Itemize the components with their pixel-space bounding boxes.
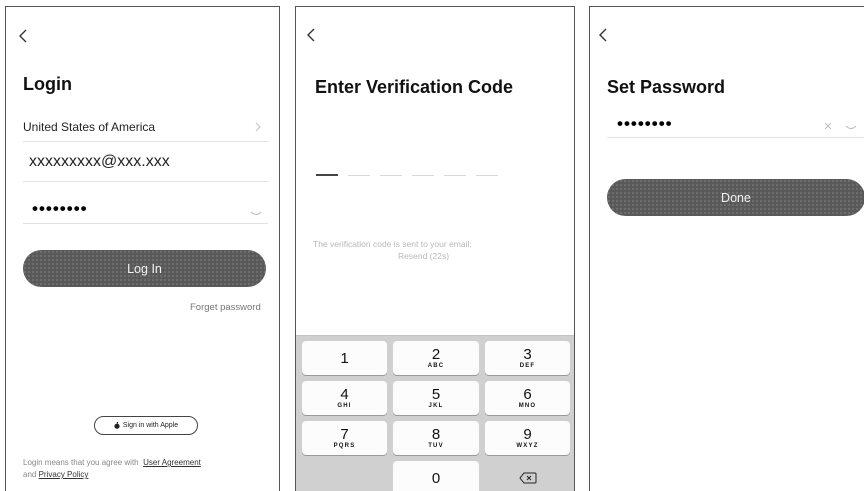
user-agreement-link[interactable]: User Agreement	[143, 458, 201, 467]
back-chevron-icon[interactable]	[595, 26, 613, 44]
key-letters: ABC	[427, 363, 445, 369]
done-button[interactable]: Done	[607, 179, 864, 216]
key-letters: DEF	[519, 363, 536, 369]
key-letters: TUV	[428, 443, 444, 449]
key-number: 0	[431, 469, 441, 487]
backspace-key[interactable]	[485, 461, 570, 491]
key-letters: WXYZ	[516, 443, 539, 449]
login-screen: Login United States of America xxxxxxxxx…	[5, 6, 280, 491]
country-selector[interactable]: United States of America	[23, 120, 155, 134]
key-1[interactable]: 1	[302, 341, 387, 375]
back-chevron-icon[interactable]	[303, 26, 321, 44]
divider	[23, 141, 268, 142]
key-number: 2	[431, 346, 441, 363]
backspace-icon	[518, 472, 536, 484]
sign-in-with-apple-button[interactable]: Sign in with Apple	[94, 416, 198, 435]
key-number: 8	[431, 426, 441, 443]
key-0[interactable]: 0	[393, 461, 479, 491]
privacy-policy-link[interactable]: Privacy Policy	[39, 470, 89, 479]
forgot-password-link[interactable]: Forget password	[190, 302, 261, 313]
key-6[interactable]: 6 MNO	[485, 381, 570, 415]
divider	[23, 181, 268, 182]
resend-timer[interactable]: Resend (22s)	[398, 251, 449, 261]
key-letters: GHI	[337, 403, 352, 409]
code-digit-slot[interactable]	[380, 175, 402, 176]
new-password-field[interactable]: ••••••••	[617, 114, 673, 134]
key-number: 5	[431, 386, 441, 403]
key-number: 9	[523, 426, 532, 443]
code-digit-slot[interactable]	[476, 175, 498, 176]
login-button[interactable]: Log In	[23, 250, 266, 287]
page-title: Enter Verification Code	[315, 77, 514, 97]
divider	[607, 137, 864, 138]
close-icon[interactable]	[824, 117, 832, 135]
page-title: Login	[23, 74, 72, 94]
password-field[interactable]: ••••••••	[32, 199, 88, 219]
key-number: 3	[523, 346, 532, 363]
key-number: 6	[523, 386, 532, 403]
key-2[interactable]: 2 ABC	[393, 341, 479, 375]
back-chevron-icon[interactable]	[15, 27, 33, 45]
divider	[23, 223, 268, 224]
legal-notice: Login means that you agree with User Agr…	[23, 457, 273, 481]
email-field[interactable]: xxxxxxxxx@xxx.xxx	[29, 153, 170, 171]
key-number: 1	[340, 349, 349, 367]
code-digit-slot[interactable]	[316, 174, 338, 176]
verification-screen: Enter Verification Code The verification…	[295, 6, 575, 491]
key-letters: JKL	[428, 403, 444, 409]
chevron-right-icon[interactable]	[254, 120, 262, 138]
key-5[interactable]: 5 JKL	[393, 381, 479, 415]
verification-hint: The verification code is sent to your em…	[313, 239, 472, 249]
code-digit-slot[interactable]	[444, 175, 466, 176]
key-letters: MNO	[518, 403, 537, 409]
key-7[interactable]: 7 PQRS	[302, 421, 387, 455]
code-digit-slot[interactable]	[412, 175, 434, 176]
eye-closed-icon[interactable]	[845, 118, 857, 136]
legal-and: and	[23, 470, 37, 479]
numeric-keypad: 1 2 ABC 3 DEF 4 GHI 5 JKL 6 MNO 7 PQRS 8…	[296, 335, 574, 491]
key-blank	[302, 461, 387, 491]
key-8[interactable]: 8 TUV	[393, 421, 479, 455]
key-number: 4	[340, 386, 349, 403]
apple-button-label: Sign in with Apple	[122, 422, 179, 429]
apple-logo-icon	[114, 422, 120, 429]
set-password-screen: Set Password •••••••• Done	[589, 6, 864, 491]
key-number: 7	[340, 426, 349, 443]
key-3[interactable]: 3 DEF	[485, 341, 570, 375]
code-digit-slot[interactable]	[348, 175, 370, 176]
legal-prefix: Login means that you agree with	[23, 458, 139, 467]
page-title: Set Password	[607, 77, 726, 97]
key-9[interactable]: 9 WXYZ	[485, 421, 570, 455]
key-letters: PQRS	[333, 443, 356, 449]
eye-closed-icon[interactable]	[250, 204, 262, 222]
key-4[interactable]: 4 GHI	[302, 381, 387, 415]
